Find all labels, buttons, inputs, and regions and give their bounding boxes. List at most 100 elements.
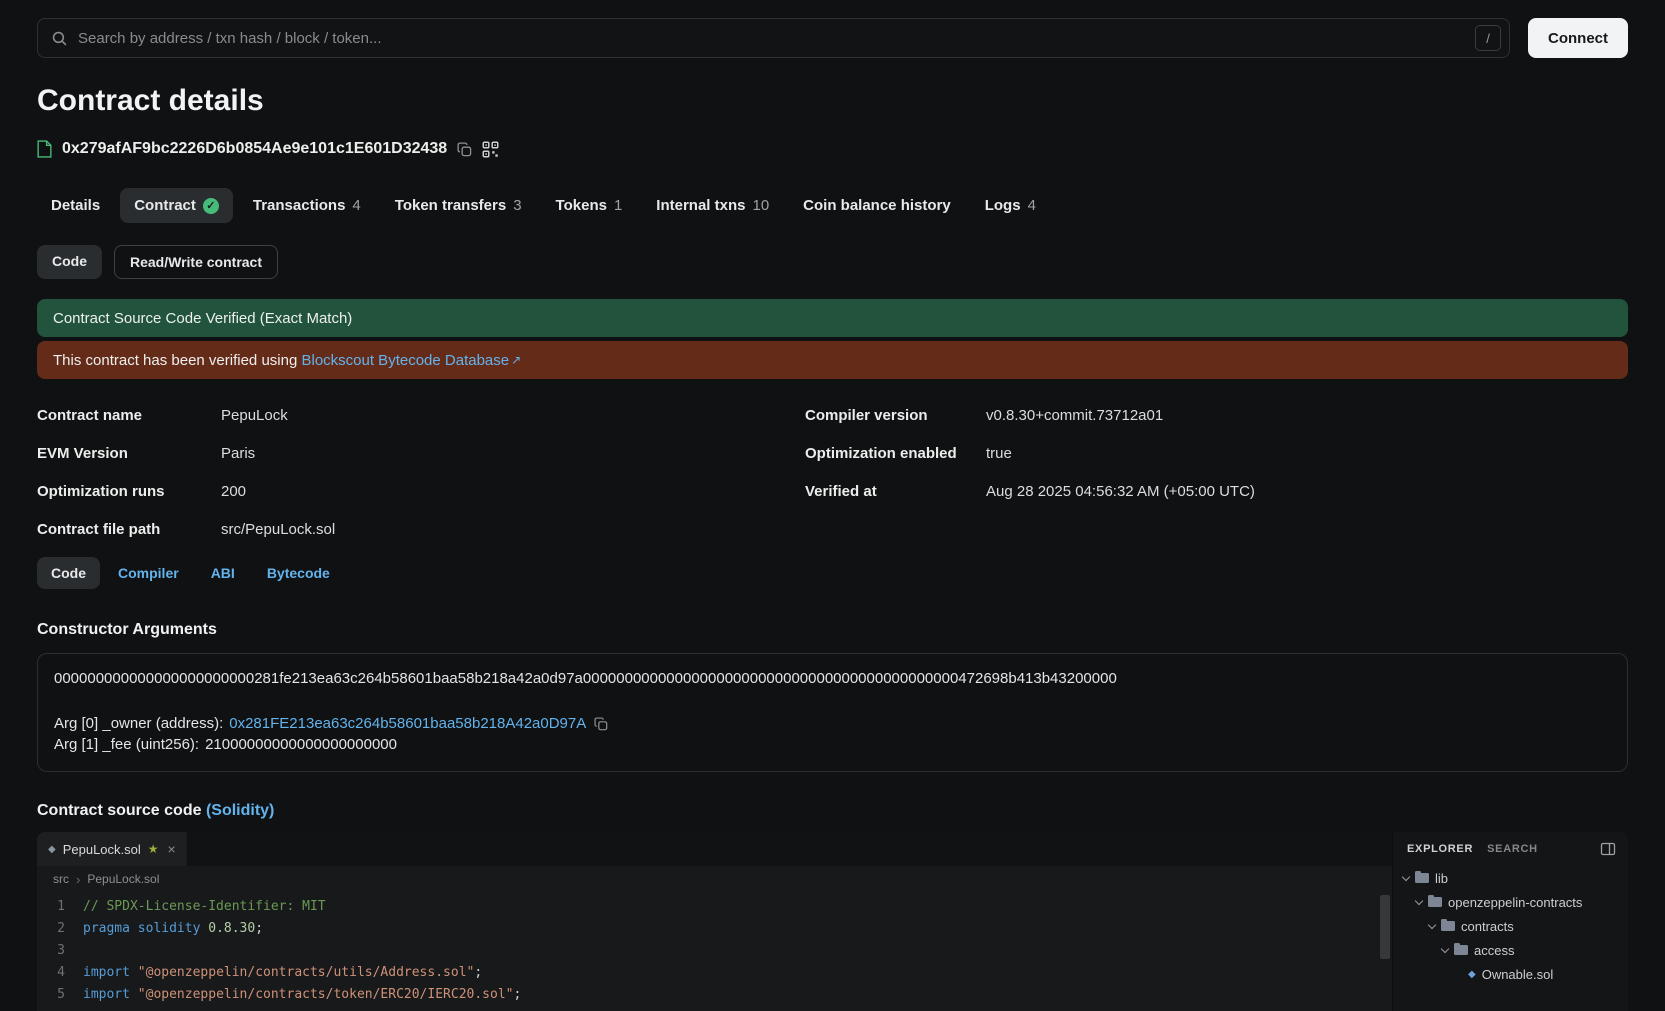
tab-count: 1 (614, 197, 622, 214)
breadcrumb-file[interactable]: PepuLock.sol (87, 872, 159, 886)
source-code-language: (Solidity) (206, 802, 274, 819)
info-row-compiler-version: Compiler version v0.8.30+commit.73712a01 (805, 405, 1255, 427)
search-input[interactable] (78, 30, 1465, 47)
constructor-arg-1: Arg [1] _fee (uint256): 2100000000000000… (54, 734, 1611, 755)
tree-item-access[interactable]: access (1393, 938, 1628, 962)
editor-breadcrumb: src PepuLock.sol (37, 866, 1392, 892)
info-label: Verified at (805, 481, 986, 503)
owner-address-link[interactable]: 0x281FE213ea63c264b58601baa58b218A42a0D9… (229, 713, 586, 734)
editor-tabbar: PepuLock.sol (37, 832, 1392, 866)
info-value: PepuLock (221, 405, 288, 427)
tab-details[interactable]: Details (37, 188, 114, 223)
tab-label: Details (51, 197, 100, 214)
explorer-search-tab[interactable]: SEARCH (1487, 843, 1538, 855)
line-number: 3 (37, 940, 83, 962)
subtab-read-write-contract[interactable]: Read/Write contract (114, 245, 278, 279)
bytecode-database-link[interactable]: Blockscout Bytecode Database (301, 352, 509, 369)
contract-subtabs: Code Read/Write contract (37, 245, 1628, 279)
tab-count: 4 (352, 197, 360, 214)
code-area[interactable]: 1 // SPDX-License-Identifier: MIT 2 prag… (37, 892, 1392, 1011)
info-value: true (986, 443, 1012, 465)
search-bar[interactable]: / (37, 18, 1510, 58)
info-value: 200 (221, 481, 246, 503)
info-label: Optimization enabled (805, 443, 986, 465)
external-link-icon (511, 353, 521, 367)
tab-internal-txns[interactable]: Internal txns 10 (642, 188, 783, 223)
tab-contract[interactable]: Contract (120, 188, 233, 223)
copy-address-icon[interactable] (457, 142, 472, 157)
code-tab-compiler[interactable]: Compiler (104, 557, 193, 589)
folder-icon (1441, 921, 1455, 931)
info-row-optimization-enabled: Optimization enabled true (805, 443, 1255, 465)
code-token: import (83, 965, 138, 980)
chevron-down-icon (1402, 872, 1410, 880)
qr-code-icon[interactable] (482, 141, 499, 158)
tab-count: 4 (1028, 197, 1036, 214)
tree-item-lib[interactable]: lib (1393, 866, 1628, 890)
breadcrumb-folder[interactable]: src (53, 872, 69, 886)
file-explorer-panel: EXPLORER SEARCH lib openzeppelin-contrac… (1392, 832, 1628, 1011)
line-number: 1 (37, 896, 83, 918)
constructor-args-box: 000000000000000000000000281fe213ea63c264… (37, 653, 1628, 772)
tab-label: Transactions (253, 197, 346, 214)
info-value: Aug 28 2025 04:56:32 AM (+05:00 UTC) (986, 481, 1255, 503)
info-label: Compiler version (805, 405, 986, 427)
arg-value: 21000000000000000000000 (205, 734, 397, 755)
folder-icon (1454, 945, 1468, 955)
tree-item-openzeppelin-contracts[interactable]: openzeppelin-contracts (1393, 890, 1628, 914)
contract-address[interactable]: 0x279afAF9bc2226D6b0854Ae9e101c1E601D324… (62, 140, 447, 158)
code-line: 3 (37, 940, 1392, 962)
split-editor-icon[interactable] (1600, 841, 1616, 857)
tab-logs[interactable]: Logs 4 (971, 188, 1050, 223)
tab-count: 10 (752, 197, 769, 214)
info-row-contract-file-path: Contract file path src/PepuLock.sol (37, 519, 805, 541)
tab-transactions[interactable]: Transactions 4 (239, 188, 375, 223)
tab-token-transfers[interactable]: Token transfers 3 (381, 188, 536, 223)
code-tab-abi[interactable]: ABI (197, 557, 249, 589)
main-file-star-icon[interactable] (148, 842, 159, 856)
tree-item-label: Ownable.sol (1482, 967, 1554, 982)
solidity-file-icon (1468, 969, 1476, 980)
tab-label: Contract (134, 197, 196, 214)
contract-details-page: / Connect Contract details 0x279afAF9bc2… (0, 0, 1665, 1011)
code-editor: PepuLock.sol src PepuLock.sol 1 // SPDX-… (37, 832, 1628, 1011)
slash-shortcut-hint: / (1475, 25, 1501, 51)
code-token: 0.8.30 (208, 921, 255, 936)
info-label: Contract name (37, 405, 221, 427)
tree-item-label: openzeppelin-contracts (1448, 895, 1582, 910)
close-tab-icon[interactable] (168, 841, 176, 857)
code-tab-bytecode[interactable]: Bytecode (253, 557, 344, 589)
tree-item-contracts[interactable]: contracts (1393, 914, 1628, 938)
folder-icon (1428, 897, 1442, 907)
code-token: pragma solidity (83, 921, 208, 936)
constructor-args-title: Constructor Arguments (37, 621, 1628, 639)
code-section-tabs: Code Compiler ABI Bytecode (37, 557, 1628, 589)
bytecode-banner-text: This contract has been verified using (53, 352, 297, 369)
connect-wallet-button[interactable]: Connect (1528, 18, 1628, 58)
code-line: 1 // SPDX-License-Identifier: MIT (37, 896, 1392, 918)
tab-tokens[interactable]: Tokens 1 (542, 188, 637, 223)
topbar: / Connect (37, 18, 1628, 58)
explorer-header: EXPLORER SEARCH (1393, 841, 1628, 866)
editor-file-tab[interactable]: PepuLock.sol (37, 832, 188, 866)
tab-coin-balance-history[interactable]: Coin balance history (789, 188, 965, 223)
solidity-file-icon (48, 844, 56, 855)
constructor-arg-0: Arg [0] _owner (address): 0x281FE213ea63… (54, 713, 1611, 734)
info-value: src/PepuLock.sol (221, 519, 335, 541)
arg-label: Arg [0] _owner (address): (54, 713, 223, 734)
info-label: Optimization runs (37, 481, 221, 503)
editor-vertical-scrollbar[interactable] (1380, 895, 1390, 959)
tree-item-ownable-sol[interactable]: Ownable.sol (1393, 962, 1628, 986)
subtab-code[interactable]: Code (37, 245, 102, 279)
verified-check-icon (203, 198, 219, 214)
tab-label: Internal txns (656, 197, 745, 214)
entity-tabs: Details Contract Transactions 4 Token tr… (37, 188, 1628, 223)
line-number: 2 (37, 918, 83, 940)
code-tab-code[interactable]: Code (37, 557, 100, 589)
explorer-tab[interactable]: EXPLORER (1407, 843, 1473, 855)
verified-banner-text: Contract Source Code Verified (Exact Mat… (53, 310, 352, 327)
tab-label: Coin balance history (803, 197, 951, 214)
tree-item-label: access (1474, 943, 1514, 958)
chevron-down-icon (1415, 896, 1423, 904)
copy-owner-address-icon[interactable] (594, 717, 608, 731)
